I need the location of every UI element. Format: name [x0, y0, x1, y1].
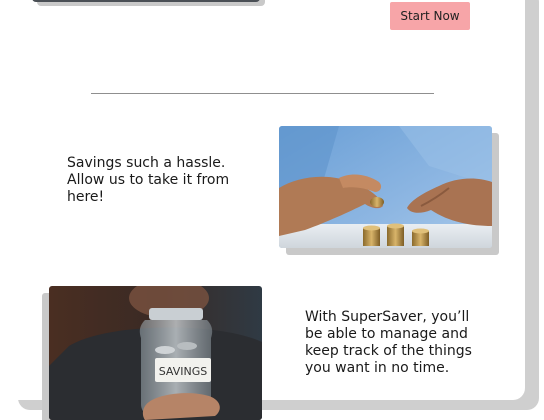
savings-jar-photo: SAVINGS	[49, 286, 262, 420]
page: Start Now Savings such a hassle. Allow u…	[0, 0, 544, 420]
coins-stacking-photo	[279, 126, 492, 248]
top-image-partial	[32, 0, 260, 2]
feature-text-hassle: Savings such a hassle. Allow us to take …	[67, 155, 230, 205]
feature-text-supersaver: With SuperSaver, you’ll be able to manag…	[305, 309, 472, 376]
start-now-button[interactable]: Start Now	[390, 2, 470, 30]
jar-label-text: SAVINGS	[159, 365, 208, 378]
section-divider	[91, 93, 434, 94]
